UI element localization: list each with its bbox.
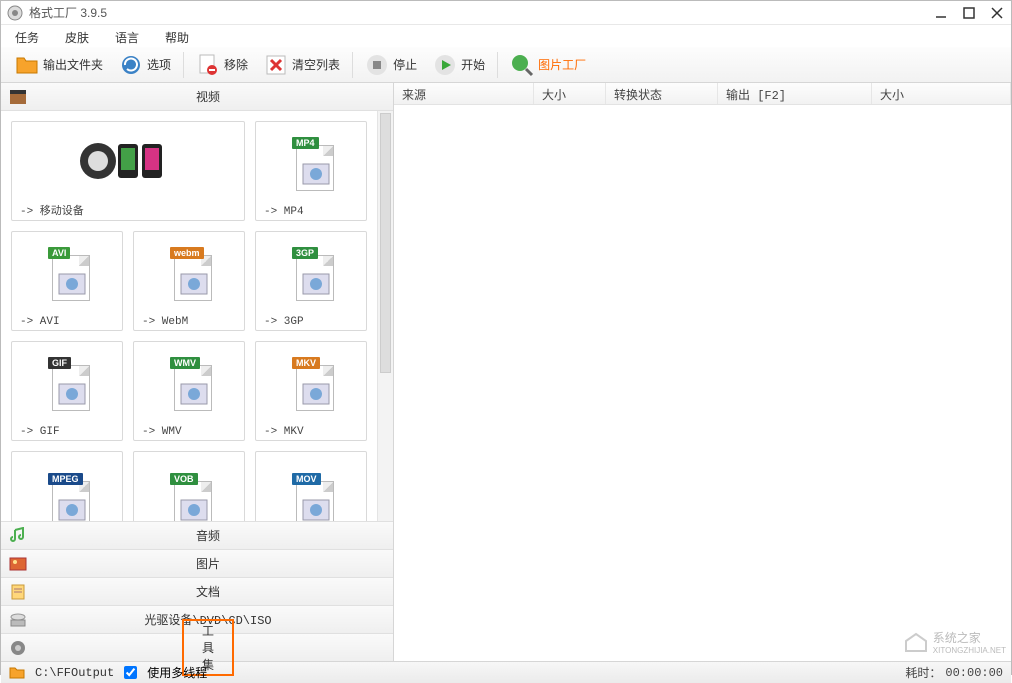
category-video[interactable]: 视频 bbox=[1, 83, 393, 111]
format-file-icon: VOB bbox=[166, 471, 212, 521]
globe-reload-icon bbox=[119, 53, 143, 77]
category-tools[interactable]: 工具集 bbox=[1, 633, 393, 661]
task-table-header: 来源 大小 转换状态 输出 [F2] 大小 bbox=[394, 83, 1011, 105]
clear-list-button[interactable]: 清空列表 bbox=[258, 51, 346, 79]
col-size[interactable]: 大小 bbox=[534, 83, 606, 104]
menu-language[interactable]: 语言 bbox=[109, 27, 145, 45]
col-source[interactable]: 来源 bbox=[394, 83, 534, 104]
format-card-label: -> 移动设备 bbox=[12, 200, 244, 220]
format-file-icon: WMV bbox=[166, 355, 212, 411]
format-file-icon: 3GP bbox=[288, 245, 334, 301]
format-card-vob[interactable]: VOB bbox=[133, 451, 245, 521]
format-file-icon: AVI bbox=[44, 245, 90, 301]
format-file-icon: GIF bbox=[44, 355, 90, 411]
window-title: 格式工厂 3.9.5 bbox=[29, 4, 933, 21]
format-card-label: -> AVI bbox=[12, 314, 122, 330]
document-minus-icon bbox=[196, 53, 220, 77]
watermark: 系统之家 XITONGZHIJIA.NET bbox=[903, 629, 1006, 655]
menu-tasks[interactable]: 任务 bbox=[9, 27, 45, 45]
document-icon bbox=[9, 583, 27, 601]
col-status[interactable]: 转换状态 bbox=[606, 83, 718, 104]
output-folder-button[interactable]: 输出文件夹 bbox=[9, 51, 109, 79]
format-card-label: -> GIF bbox=[12, 424, 122, 440]
start-button[interactable]: 开始 bbox=[427, 51, 491, 79]
category-document[interactable]: 文档 bbox=[1, 577, 393, 605]
options-button[interactable]: 选项 bbox=[113, 51, 177, 79]
format-card-label: -> 3GP bbox=[256, 314, 366, 330]
format-card-label: -> WebM bbox=[134, 314, 244, 330]
format-card-mobile[interactable]: -> 移动设备 bbox=[11, 121, 245, 221]
menu-help[interactable]: 帮助 bbox=[159, 27, 195, 45]
status-folder-icon[interactable] bbox=[9, 665, 25, 681]
maximize-button[interactable] bbox=[961, 5, 977, 21]
music-note-icon bbox=[9, 527, 27, 545]
elapsed-label: 耗时： bbox=[905, 664, 941, 681]
format-card-3gp[interactable]: 3GP -> 3GP bbox=[255, 231, 367, 331]
left-scrollbar[interactable] bbox=[377, 111, 393, 521]
format-card-webm[interactable]: webm -> WebM bbox=[133, 231, 245, 331]
gear-film-icon bbox=[9, 639, 27, 657]
close-button[interactable] bbox=[989, 5, 1005, 21]
format-card-mkv[interactable]: MKV -> MKV bbox=[255, 341, 367, 441]
elapsed-value: 00:00:00 bbox=[945, 666, 1003, 680]
format-file-icon: MOV bbox=[288, 471, 334, 521]
format-card-label: -> WMV bbox=[134, 424, 244, 440]
category-audio[interactable]: 音频 bbox=[1, 521, 393, 549]
col-size2[interactable]: 大小 bbox=[872, 83, 1011, 104]
format-card-wmv[interactable]: WMV -> WMV bbox=[133, 341, 245, 441]
format-card-label: -> MP4 bbox=[256, 204, 366, 220]
pic-factory-button[interactable]: 图片工厂 bbox=[504, 51, 592, 79]
output-path[interactable]: C:\FFOutput bbox=[35, 666, 114, 680]
format-card-gif[interactable]: GIF -> GIF bbox=[11, 341, 123, 441]
col-output[interactable]: 输出 [F2] bbox=[718, 83, 872, 104]
menu-skin[interactable]: 皮肤 bbox=[59, 27, 95, 45]
format-card-label: -> MKV bbox=[256, 424, 366, 440]
disc-drive-icon bbox=[9, 611, 27, 629]
task-table-body bbox=[394, 105, 1011, 661]
format-file-icon: webm bbox=[166, 245, 212, 301]
format-card-avi[interactable]: AVI -> AVI bbox=[11, 231, 123, 331]
multithread-checkbox[interactable] bbox=[124, 666, 137, 679]
format-file-icon: MP4 bbox=[288, 135, 334, 191]
format-file-icon: MKV bbox=[288, 355, 334, 411]
format-card-mp4[interactable]: MP4 -> MP4 bbox=[255, 121, 367, 221]
delete-x-icon bbox=[264, 53, 288, 77]
format-file-icon: MPEG bbox=[44, 471, 90, 521]
app-logo-icon bbox=[7, 5, 23, 21]
format-card-mpeg[interactable]: MPEG bbox=[11, 451, 123, 521]
clapboard-icon bbox=[9, 88, 27, 106]
format-card-mov[interactable]: MOV bbox=[255, 451, 367, 521]
image-icon bbox=[9, 555, 27, 573]
multithread-label: 使用多线程 bbox=[147, 664, 207, 681]
minimize-button[interactable] bbox=[933, 5, 949, 21]
folder-icon bbox=[15, 53, 39, 77]
play-icon bbox=[433, 53, 457, 77]
stop-button[interactable]: 停止 bbox=[359, 51, 423, 79]
remove-button[interactable]: 移除 bbox=[190, 51, 254, 79]
category-image[interactable]: 图片 bbox=[1, 549, 393, 577]
search-globe-icon bbox=[510, 53, 534, 77]
stop-icon bbox=[365, 53, 389, 77]
mobile-device-icon bbox=[78, 136, 178, 186]
